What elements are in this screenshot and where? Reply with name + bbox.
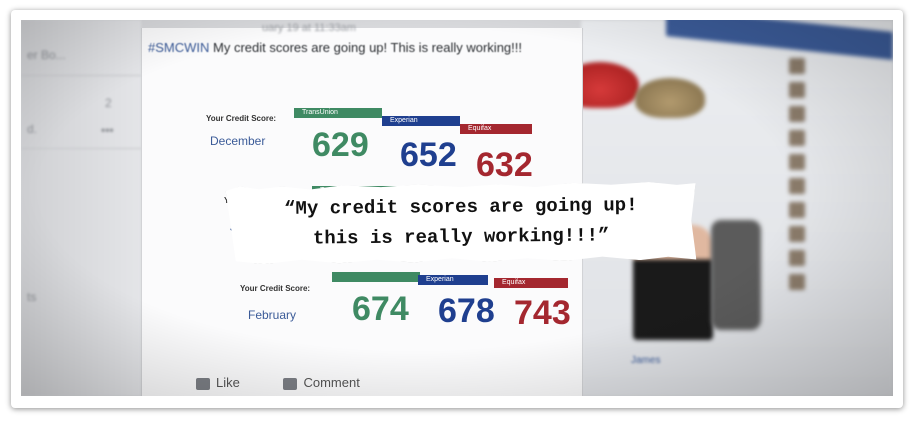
more-icon[interactable]: ••• <box>101 123 114 137</box>
sidebar-item[interactable]: ts <box>27 290 36 304</box>
post-body: My credit scores are going up! This is r… <box>209 40 522 55</box>
thumbs-up-icon <box>196 377 210 390</box>
friend-avatar[interactable] <box>789 202 805 218</box>
transunion-bar: TransUnion <box>294 108 382 118</box>
experian-bar: Experian <box>382 116 460 126</box>
post-actions: Like Comment <box>196 375 400 390</box>
credit-score-label: Your Credit Score: <box>240 284 311 293</box>
quote-line-1: “My credit scores are going up! <box>283 194 638 220</box>
experian-score: 652 <box>400 136 457 174</box>
post-timestamp[interactable]: uary 19 at 11:33am <box>262 22 356 34</box>
sidebar-count: 2 <box>105 96 112 110</box>
friend-avatar[interactable] <box>789 178 805 194</box>
like-label: Like <box>216 375 240 390</box>
quote-strip: “My credit scores are going up! this is … <box>226 182 697 265</box>
comment-button[interactable]: Comment <box>283 375 360 390</box>
report-month: February <box>248 308 297 322</box>
friend-avatar[interactable] <box>789 106 805 122</box>
friend-avatar[interactable] <box>789 250 805 266</box>
friend-avatar[interactable] <box>789 82 805 98</box>
sidebar-divider <box>21 75 141 76</box>
equifax-bar: Equifax <box>494 278 568 288</box>
sidebar-item[interactable]: er Bo... <box>27 48 66 62</box>
comment-label: Comment <box>303 375 360 390</box>
sidebar-item[interactable]: d. <box>27 122 37 136</box>
quote-line-2: this is really working!!!” <box>312 224 610 250</box>
sidebar-divider <box>21 148 141 149</box>
equifax-score: 743 <box>514 294 571 332</box>
poster-name-link[interactable]: James <box>631 355 660 366</box>
equifax-bar: Equifax <box>460 124 532 134</box>
image-frame: er Bo... 2 d. ••• ts James uary 19 at 11… <box>11 10 903 408</box>
friend-avatar[interactable] <box>789 226 805 242</box>
friend-avatar[interactable] <box>789 274 805 290</box>
equifax-score: 632 <box>476 146 533 184</box>
friend-avatar[interactable] <box>789 154 805 170</box>
experian-bar: Experian <box>418 275 488 285</box>
experian-score: 678 <box>438 292 495 330</box>
post-hashtag[interactable]: #SMCWIN <box>148 40 209 55</box>
post-text: #SMCWIN My credit scores are going up! T… <box>148 40 522 55</box>
left-sidebar: er Bo... 2 d. ••• ts <box>21 20 141 396</box>
comment-icon <box>283 377 298 390</box>
transunion-score: 674 <box>352 290 409 328</box>
mannequin-image[interactable] <box>711 220 761 330</box>
friends-list <box>789 50 889 300</box>
transunion-score: 629 <box>312 126 369 164</box>
tan-hat-image[interactable] <box>635 78 705 118</box>
transunion-bar <box>332 272 420 282</box>
friend-avatar[interactable] <box>789 58 805 74</box>
report-month: December <box>210 134 266 148</box>
like-button[interactable]: Like <box>196 375 240 390</box>
friend-avatar[interactable] <box>789 130 805 146</box>
credit-score-label: Your Credit Score: <box>206 114 277 123</box>
